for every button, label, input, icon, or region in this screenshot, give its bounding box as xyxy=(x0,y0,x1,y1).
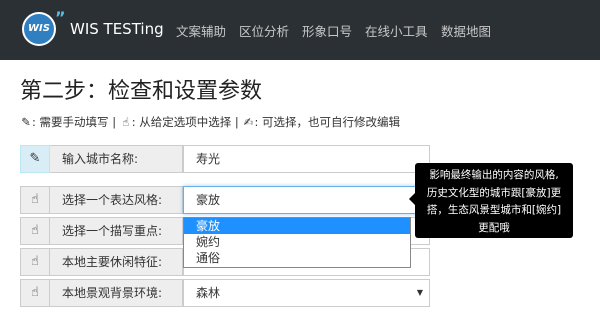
style-option-wanyue[interactable]: 婉约 xyxy=(184,234,410,250)
tooltip-line: 搭，生态风景型城市和[婉约] xyxy=(426,204,562,216)
landscape-select[interactable]: 森林 ▼ xyxy=(183,279,430,307)
leisure-label: 本地主要休闲特征: xyxy=(50,248,183,276)
hand-pointer-icon: ☝ xyxy=(122,115,130,129)
city-input[interactable]: 寿光 xyxy=(183,145,430,173)
tooltip-line: 历史文化型的城市跟[豪放]更 xyxy=(426,186,562,199)
legend-pencil-text: : xyxy=(32,115,40,129)
style-option-haofang[interactable]: 豪放 xyxy=(184,218,410,234)
nav-item-slogan[interactable]: 形象口号 xyxy=(302,21,352,40)
city-label: 输入城市名称: xyxy=(50,145,183,173)
nav-item-online-tools[interactable]: 在线小工具 xyxy=(365,21,428,40)
hand-pointer-icon: ☝ xyxy=(20,248,50,276)
pencil-icon: ✎ xyxy=(21,115,31,129)
hand-pointer-icon: ☝ xyxy=(20,217,50,245)
brand-name[interactable]: WIS TESTing xyxy=(70,20,164,38)
style-select-value: 豪放 xyxy=(196,193,221,207)
landscape-select-value: 森林 xyxy=(196,286,221,300)
pencil-icon: ✎ xyxy=(20,145,50,173)
tooltip-line: 更配哦 xyxy=(478,221,510,234)
legend-pencil-desc: 需要手动填写 xyxy=(39,115,109,129)
nav-item-copywriting[interactable]: 文案辅助 xyxy=(176,21,226,40)
landscape-label: 本地景观背景环境: xyxy=(50,279,183,307)
wis-logo-icon[interactable]: WIS xyxy=(22,12,56,46)
top-navbar: WIS ” WIS TESTing 文案辅助 区位分析 形象口号 在线小工具 数… xyxy=(0,0,600,60)
hand-pointer-icon: ☝ xyxy=(20,186,50,214)
nav-item-data-map[interactable]: 数据地图 xyxy=(441,21,491,40)
tooltip-line: 影响最终输出的内容的风格, xyxy=(429,169,559,181)
hand-pointer-icon: ☝ xyxy=(20,279,50,307)
style-dropdown-list: 豪放 婉约 通俗 xyxy=(183,217,411,268)
style-tooltip: 影响最终输出的内容的风格, 历史文化型的城市跟[豪放]更 搭，生态风景型城市和[… xyxy=(415,163,573,238)
icon-legend: ✎: 需要手动填写 | ☝: 从给定选项中选择 | ✍: 可选择，也可自行修改编… xyxy=(21,115,400,129)
style-select[interactable]: 豪放 ▼ xyxy=(183,186,430,214)
page-title: 第二步：检查和设置参数 xyxy=(20,79,263,104)
nav-item-location-analysis[interactable]: 区位分析 xyxy=(239,21,289,40)
focus-label: 选择一个描写重点: xyxy=(50,217,183,245)
style-label: 选择一个表达风格: xyxy=(50,186,183,214)
edit-icon: ✍ xyxy=(243,115,254,129)
logo-quote-icon: ” xyxy=(55,8,66,27)
style-option-tongsu[interactable]: 通俗 xyxy=(184,250,410,266)
legend-edit-desc: 可选择，也可自行修改编辑 xyxy=(261,115,400,129)
chevron-down-icon: ▼ xyxy=(416,288,423,297)
legend-hand-desc: 从给定选项中选择 xyxy=(139,115,232,129)
